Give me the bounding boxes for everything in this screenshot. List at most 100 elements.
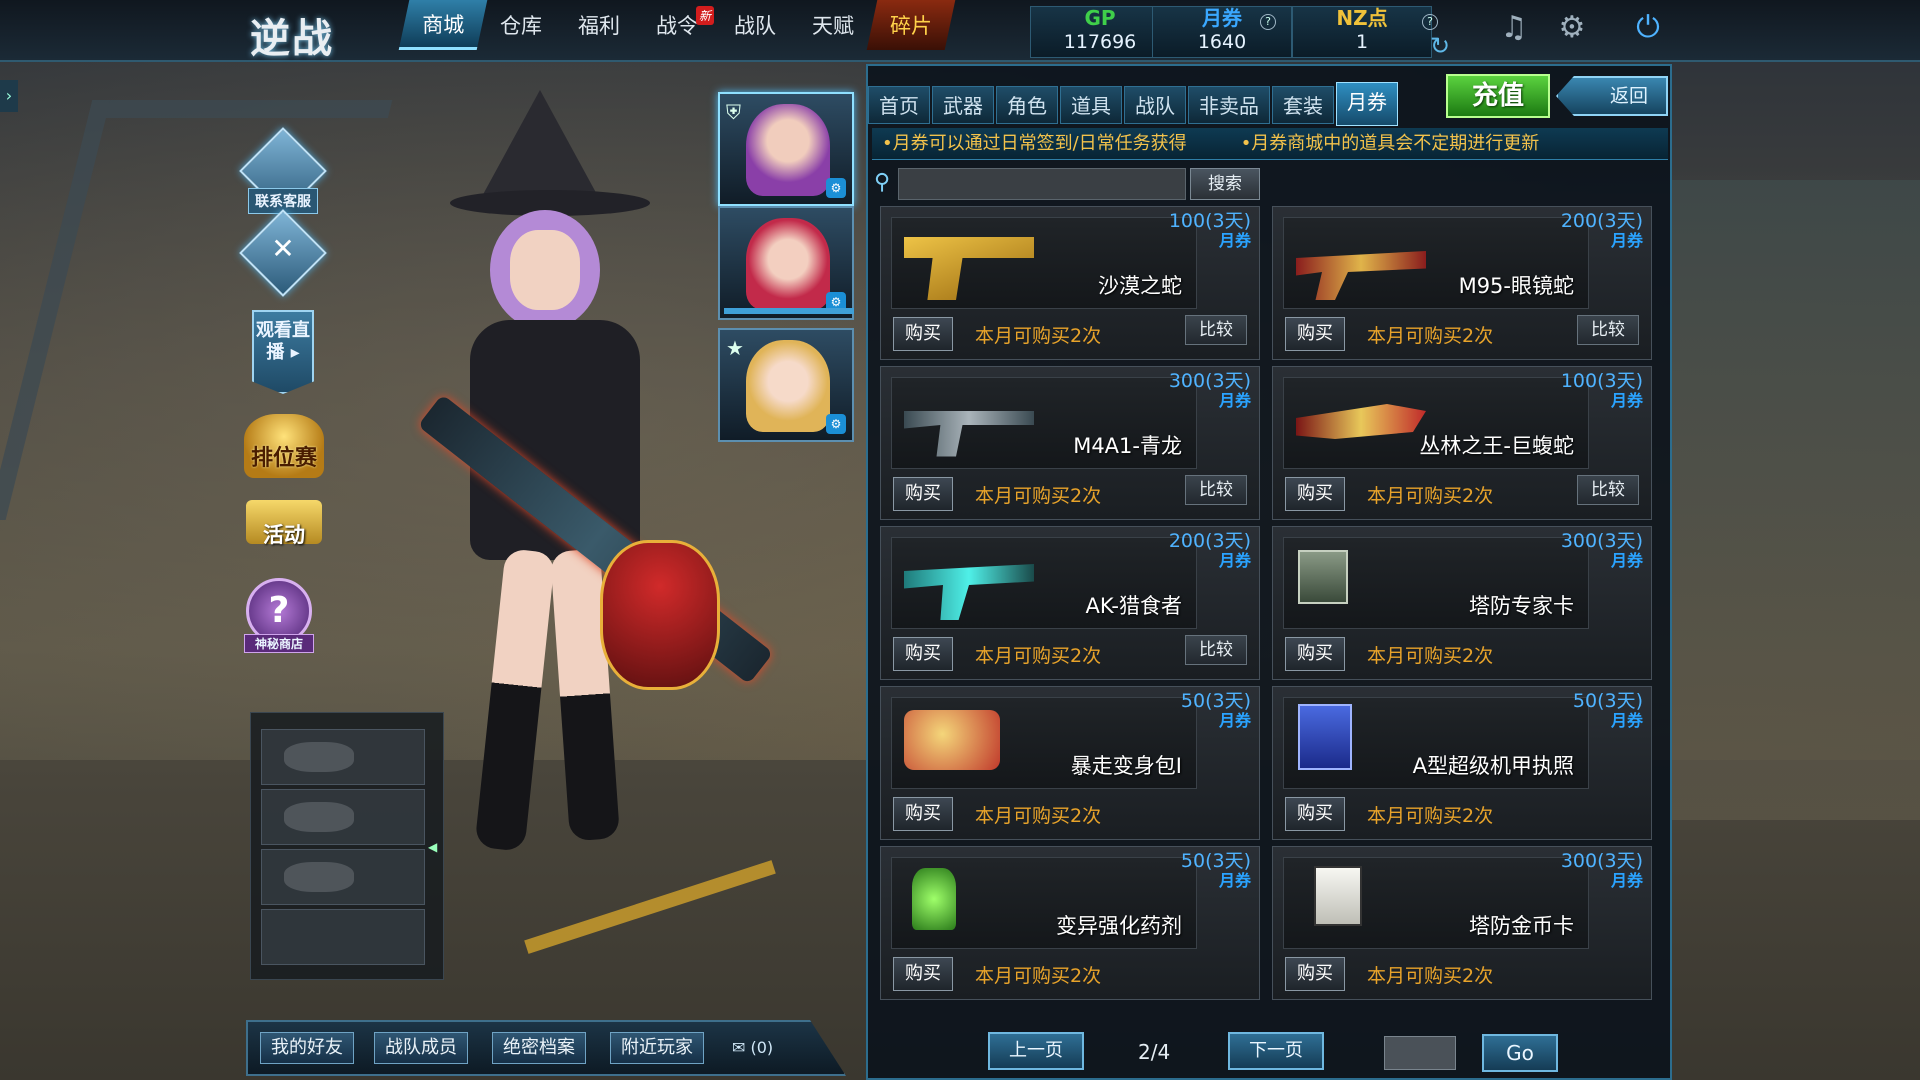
friends-button[interactable]: 我的好友	[260, 1032, 354, 1064]
page-jump-input[interactable]	[1384, 1036, 1456, 1070]
character-leg-left	[474, 548, 556, 852]
refresh-icon[interactable]: ↻	[1420, 26, 1460, 66]
secret-files-button[interactable]: 绝密档案	[492, 1032, 586, 1064]
item-preview[interactable]: 沙漠之蛇	[891, 217, 1197, 309]
purchase-limit: 本月可购买2次	[1367, 965, 1494, 987]
item-image	[1314, 866, 1362, 926]
game-logo: 逆战	[250, 15, 334, 62]
buy-button[interactable]: 购买	[1285, 797, 1345, 831]
character-face	[510, 230, 580, 310]
item-image	[904, 710, 1000, 770]
nav-battle-pass[interactable]: 战令新	[638, 0, 716, 50]
buy-button[interactable]: 购买	[893, 797, 953, 831]
item-preview[interactable]: M4A1-青龙	[891, 377, 1197, 469]
tab-monthly-voucher[interactable]: 月券	[1336, 82, 1398, 126]
ranked-match-button[interactable]: 排位赛	[244, 414, 324, 478]
power-icon[interactable]: ⏻	[1628, 8, 1668, 48]
item-price: 200(3天) 月券	[1169, 531, 1251, 571]
contact-support-button[interactable]: 联系客服	[239, 127, 327, 215]
compare-button[interactable]: 比较	[1577, 315, 1639, 345]
music-icon[interactable]: ♫	[1494, 8, 1534, 48]
tab-not-for-sale[interactable]: 非卖品	[1188, 86, 1270, 124]
equip-slot-mask[interactable]	[261, 849, 425, 905]
nav-team[interactable]: 战队	[716, 0, 794, 50]
gp-balance: GP 117696	[1030, 6, 1170, 58]
buy-button[interactable]: 购买	[1285, 637, 1345, 671]
item-preview[interactable]: 塔防专家卡	[1283, 537, 1589, 629]
buy-button[interactable]: 购买	[893, 317, 953, 351]
expand-left-arrow-icon[interactable]: ›	[0, 80, 18, 112]
watch-live-button[interactable]: 观看直播 ▸	[248, 310, 318, 394]
equip-slot-helmet[interactable]	[261, 729, 425, 785]
buy-button[interactable]: 购买	[1285, 317, 1345, 351]
tab-home[interactable]: 首页	[868, 86, 930, 124]
item-preview[interactable]: 丛林之王-巨蝮蛇	[1283, 377, 1589, 469]
gear-icon[interactable]: ⚙	[1552, 8, 1592, 48]
robot-pet	[600, 540, 720, 690]
buy-button[interactable]: 购买	[893, 477, 953, 511]
equip-slot-glasses[interactable]	[261, 789, 425, 845]
next-page-button[interactable]: 下一页	[1228, 1032, 1324, 1070]
mail-count: (0)	[750, 1038, 774, 1057]
back-button[interactable]: 返回	[1556, 76, 1668, 116]
mail-button[interactable]: ✉ (0)	[732, 1038, 773, 1057]
nav-shop[interactable]: 商城	[398, 0, 488, 50]
search-input[interactable]	[898, 168, 1186, 200]
item-price-value: 50(3天)	[1180, 850, 1251, 872]
buy-button[interactable]: 购买	[1285, 957, 1345, 991]
item-price-unit: 月券	[1610, 871, 1643, 890]
item-preview[interactable]: 变异强化药剂	[891, 857, 1197, 949]
go-button[interactable]: Go	[1482, 1034, 1558, 1072]
buy-button[interactable]: 购买	[893, 637, 953, 671]
tab-team[interactable]: 战队	[1124, 86, 1186, 124]
character-slot-2[interactable]: ⚙	[718, 206, 854, 320]
shop-tabs: 首页 武器 角色 道具 战队 非卖品 套装 月券	[868, 82, 1400, 126]
item-preview[interactable]: 暴走变身包I	[891, 697, 1197, 789]
character-slot-3[interactable]: ★ ⚙	[718, 328, 854, 442]
recharge-button[interactable]: 充值	[1446, 74, 1550, 118]
character-slot-1[interactable]: ⛨ ⚙	[718, 92, 854, 206]
purchase-limit: 本月可购买2次	[1367, 645, 1494, 667]
nav-talent[interactable]: 天赋	[794, 0, 872, 50]
item-name: 暴走变身包I	[1070, 754, 1182, 778]
item-name: 塔防金币卡	[1469, 914, 1574, 938]
nav-welfare[interactable]: 福利	[560, 0, 638, 50]
nav-warehouse[interactable]: 仓库	[482, 0, 560, 50]
compare-button[interactable]: 比较	[1577, 475, 1639, 505]
tab-sets[interactable]: 套装	[1272, 86, 1334, 124]
prev-page-button[interactable]: 上一页	[988, 1032, 1084, 1070]
mystery-shop-button[interactable]: ? 神秘商店	[244, 578, 314, 653]
nz-label: NZ点	[1336, 6, 1388, 30]
equip-slot-empty[interactable]	[261, 909, 425, 965]
item-price-value: 50(3天)	[1180, 690, 1251, 712]
search-icon: ⚲	[874, 170, 891, 195]
nav-fragments[interactable]: 碎片	[866, 0, 956, 50]
item-preview[interactable]: M95-眼镜蛇	[1283, 217, 1589, 309]
item-price: 300(3天) 月券	[1561, 851, 1643, 891]
compare-button[interactable]: 比较	[1185, 315, 1247, 345]
nearby-players-button[interactable]: 附近玩家	[610, 1032, 704, 1064]
crossed-swords-button[interactable]: ✕	[239, 209, 327, 297]
gp-value: 117696	[1063, 31, 1137, 53]
tab-characters[interactable]: 角色	[996, 86, 1058, 124]
item-image	[912, 868, 956, 930]
item-preview[interactable]: 塔防金币卡	[1283, 857, 1589, 949]
compare-button[interactable]: 比较	[1185, 475, 1247, 505]
item-price: 50(3天) 月券	[1573, 691, 1643, 731]
events-button[interactable]: 活动	[246, 500, 322, 547]
item-preview[interactable]: AK-猎食者	[891, 537, 1197, 629]
notice-2: •月券商城中的道具会不定期进行更新	[1240, 133, 1540, 154]
team-members-button[interactable]: 战队成员	[374, 1032, 468, 1064]
compare-button[interactable]: 比较	[1185, 635, 1247, 665]
tab-weapons[interactable]: 武器	[932, 86, 994, 124]
purchase-limit: 本月可购买2次	[975, 325, 1102, 347]
buy-button[interactable]: 购买	[1285, 477, 1345, 511]
voucher-help-icon[interactable]: ?	[1260, 14, 1276, 30]
tab-items[interactable]: 道具	[1060, 86, 1122, 124]
collapse-arrow-icon[interactable]: ◀	[428, 840, 438, 854]
buy-button[interactable]: 购买	[893, 957, 953, 991]
search-button[interactable]: 搜索	[1190, 168, 1260, 200]
ranked-match-label: 排位赛	[244, 414, 324, 478]
item-preview[interactable]: A型超级机甲执照	[1283, 697, 1589, 789]
item-name: 变异强化药剂	[1056, 914, 1182, 938]
